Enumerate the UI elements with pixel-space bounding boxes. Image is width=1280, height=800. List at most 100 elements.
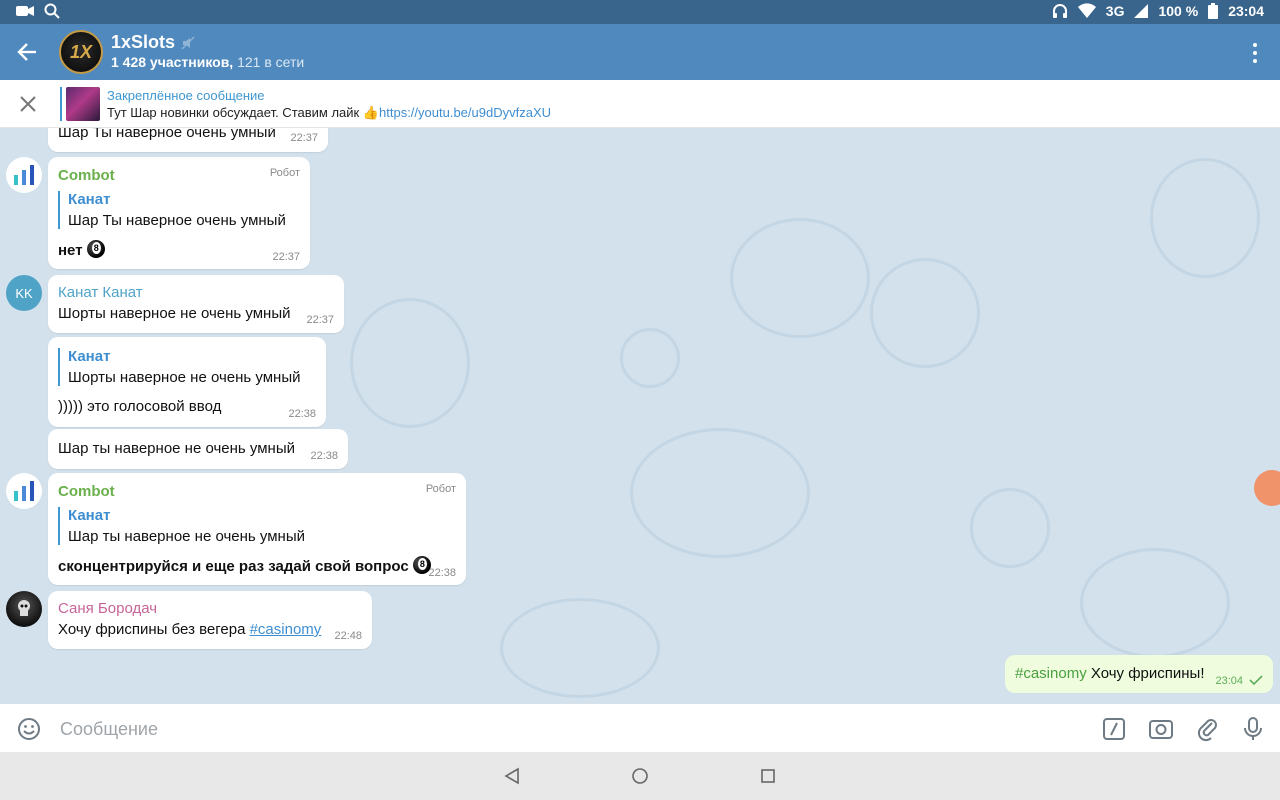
video-camera-icon	[16, 6, 34, 16]
message-text: сконцентрируйся и еще раз задай свой воп…	[58, 556, 431, 575]
message-body: нет	[58, 242, 83, 259]
sender-name: Combot	[58, 167, 115, 184]
avatar[interactable]	[6, 591, 42, 627]
signal-icon	[1134, 4, 1149, 18]
bot-command-icon[interactable]	[1101, 716, 1127, 742]
sent-check-icon	[1249, 675, 1263, 685]
message-text: #casinomy Хочу фриспины!	[1015, 665, 1205, 682]
wallpaper-doodle	[970, 488, 1050, 568]
camera-icon[interactable]	[1148, 716, 1174, 742]
chat-header: 1X 1xSlots 1 428 участников, 121 в сети	[0, 24, 1280, 80]
chat-area[interactable]: Шар Ты наверное очень умный 22:37 Combot…	[0, 128, 1280, 704]
message-time: 22:48	[334, 630, 362, 642]
sender-name: Combot	[58, 483, 115, 500]
sender-role: Робот	[425, 483, 456, 495]
message-bubble[interactable]: Combot Робот Канат Шар ты наверное не оч…	[48, 473, 466, 585]
eight-ball-emoji	[86, 240, 105, 258]
message-body: Хочу фриспины!	[1086, 665, 1205, 682]
quote-text: Шар Ты наверное очень умный	[68, 212, 286, 229]
hashtag-link[interactable]: #casinomy	[250, 621, 322, 638]
headphones-icon	[1052, 4, 1067, 18]
skull-avatar-icon	[18, 600, 30, 616]
message-time: 22:37	[290, 132, 318, 144]
message-time: 23:04	[1215, 675, 1243, 687]
quote-author: Канат	[68, 348, 111, 365]
back-arrow-icon[interactable]	[14, 38, 42, 66]
message-bubble[interactable]: Канат Шорты наверное не очень умный ))))…	[48, 337, 326, 427]
microphone-icon[interactable]	[1240, 716, 1266, 742]
hashtag-link[interactable]: #casinomy	[1015, 665, 1087, 682]
status-bar: 3G 100 % 23:04	[0, 0, 1280, 24]
quote-text: Шорты наверное не очень умный	[68, 369, 301, 386]
message-text: ))))) это голосовой ввод	[58, 398, 222, 415]
pinned-message-bar[interactable]: Закреплённое сообщение Тут Шар новинки о…	[0, 80, 1280, 128]
wifi-icon	[1077, 3, 1096, 19]
online-count: 121 в сети	[237, 54, 305, 70]
pinned-text: Тут Шар новинки обсуждает. Ставим лайк 👍…	[107, 105, 551, 121]
message-text: Шар Ты наверное очень умный	[58, 128, 276, 141]
combot-logo-icon	[14, 165, 34, 185]
reply-quote[interactable]: Канат Шар Ты наверное очень умный	[58, 191, 286, 229]
reply-quote[interactable]: Канат Шорты наверное не очень умный	[58, 348, 301, 386]
own-message-bubble[interactable]: #casinomy Хочу фриспины! 23:04	[1005, 655, 1273, 693]
quote-text: Шар ты наверное не очень умный	[68, 528, 305, 545]
pinned-body: Тут Шар новинки обсуждает. Ставим лайк	[107, 105, 363, 120]
pinned-title: Закреплённое сообщение	[107, 88, 265, 103]
pinned-accent-bar	[60, 87, 62, 121]
battery-icon	[1208, 3, 1219, 19]
chat-avatar[interactable]: 1X	[59, 30, 103, 74]
avatar[interactable]	[6, 157, 42, 193]
message-body: сконцентрируйся и еще раз задай свой воп…	[58, 558, 409, 575]
avatar[interactable]	[6, 473, 42, 509]
wallpaper-doodle	[500, 598, 660, 698]
message-bubble[interactable]: Шар ты наверное не очень умный 22:38	[48, 429, 348, 469]
members-count: 1 428 участников,	[111, 54, 234, 70]
nav-back-icon[interactable]	[502, 766, 522, 786]
chat-title-row[interactable]: 1xSlots	[111, 32, 195, 53]
message-bubble[interactable]: Канат Канат Шорты наверное не очень умны…	[48, 275, 344, 333]
system-nav-bar	[0, 752, 1280, 800]
avatar[interactable]: KK	[6, 275, 42, 311]
pinned-link[interactable]: https://youtu.be/u9dDyvfzaXU	[379, 105, 551, 120]
nav-home-icon[interactable]	[630, 766, 650, 786]
search-icon	[44, 3, 60, 19]
network-type: 3G	[1105, 3, 1125, 19]
message-input[interactable]: Сообщение	[60, 719, 158, 740]
chat-title: 1xSlots	[111, 32, 176, 52]
close-icon[interactable]	[18, 94, 38, 114]
message-text: нет	[58, 240, 105, 259]
quote-author: Канат	[68, 507, 111, 524]
message-composer: Сообщение	[0, 704, 1280, 752]
wallpaper-doodle	[730, 218, 870, 338]
message-text: Шар ты наверное не очень умный	[58, 440, 295, 457]
sender-role: Робот	[269, 167, 300, 179]
message-text: Хочу фриспины без вегера #casinomy	[58, 621, 321, 638]
wallpaper-doodle	[1080, 548, 1230, 658]
wallpaper-doodle	[620, 328, 680, 388]
pinned-thumbnail	[66, 87, 100, 121]
message-body: Хочу фриспины без вегера	[58, 621, 250, 638]
nav-recents-icon[interactable]	[758, 766, 778, 786]
wallpaper-doodle	[870, 258, 980, 368]
sender-name: Канат Канат	[58, 284, 143, 301]
reply-quote[interactable]: Канат Шар ты наверное не очень умный	[58, 507, 305, 545]
muted-icon	[181, 35, 195, 50]
message-bubble[interactable]: Шар Ты наверное очень умный 22:37	[48, 128, 328, 152]
attach-icon[interactable]	[1195, 716, 1221, 742]
sender-name: Саня Бородач	[58, 600, 158, 617]
chat-subtitle: 1 428 участников, 121 в сети	[111, 54, 304, 70]
chat-avatar-logo: 1X	[69, 41, 93, 62]
wallpaper-doodle	[1150, 158, 1260, 278]
wallpaper-doodle	[630, 428, 810, 558]
message-bubble[interactable]: Саня Бородач Хочу фриспины без вегера #c…	[48, 591, 372, 649]
message-time: 22:38	[310, 450, 338, 462]
emoji-icon[interactable]	[16, 716, 42, 742]
message-text: Шорты наверное не очень умный	[58, 305, 291, 322]
battery-level: 100 %	[1158, 3, 1199, 19]
more-menu-icon[interactable]	[1250, 42, 1260, 64]
avatar-initials: KK	[15, 285, 33, 301]
thumbs-up-emoji: 👍	[362, 105, 380, 120]
wallpaper-doodle	[350, 298, 470, 428]
message-bubble[interactable]: Combot Робот Канат Шар Ты наверное очень…	[48, 157, 310, 269]
message-time: 22:38	[288, 408, 316, 420]
